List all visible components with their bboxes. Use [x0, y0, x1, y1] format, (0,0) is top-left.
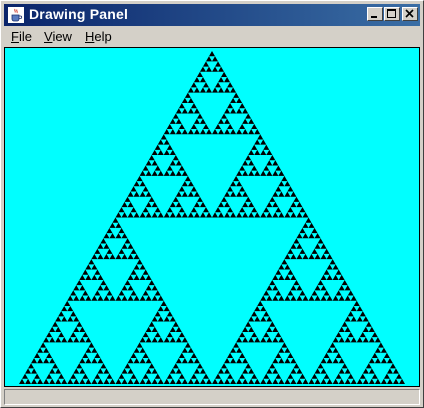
- sierpinski-triangle: [19, 51, 405, 384]
- menu-help[interactable]: Help: [85, 29, 112, 44]
- close-icon: [405, 9, 414, 18]
- window-title: Drawing Panel: [29, 6, 129, 22]
- maximize-icon: [387, 9, 396, 18]
- close-button[interactable]: [402, 7, 418, 21]
- minimize-icon: [371, 16, 377, 18]
- fractal-triangles: [19, 51, 405, 384]
- minimize-button[interactable]: [367, 7, 383, 21]
- java-cup-icon: [8, 7, 24, 23]
- drawing-panel-window: Drawing Panel File View Help: [0, 0, 424, 408]
- drawing-canvas-border: [4, 47, 420, 387]
- status-bar: [4, 389, 420, 405]
- menu-view[interactable]: View: [44, 29, 72, 44]
- drawing-canvas[interactable]: [5, 48, 419, 386]
- maximize-button[interactable]: [384, 7, 400, 21]
- title-bar[interactable]: Drawing Panel: [4, 4, 420, 26]
- menu-bar: File View Help: [4, 26, 420, 47]
- menu-file[interactable]: File: [11, 29, 32, 44]
